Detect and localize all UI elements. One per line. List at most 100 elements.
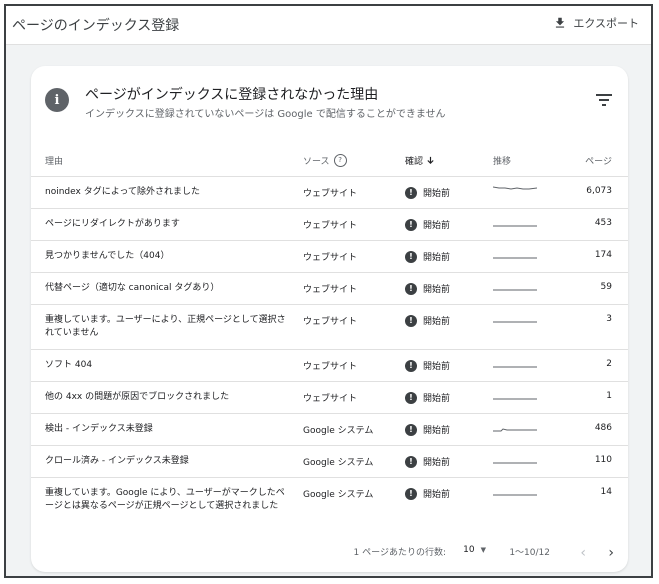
row-pages: 1 <box>606 391 612 401</box>
app-frame: ページのインデックス登録 エクスポート i ページがインデックスに登録されなかっ… <box>4 4 653 578</box>
row-status: ! 開始前 <box>405 391 450 404</box>
table-row[interactable]: 代替ページ（適切な canonical タグあり） ウェブサイト ! 開始前 59 <box>31 272 628 305</box>
page-title: ページのインデックス登録 <box>12 18 180 34</box>
row-source: ウェブサイト <box>303 394 358 404</box>
table-row[interactable]: ソフト 404 ウェブサイト ! 開始前 2 <box>31 349 628 382</box>
exclamation-icon: ! <box>405 487 417 500</box>
header-pages[interactable]: ページ <box>585 154 612 167</box>
info-icon: i <box>45 88 69 112</box>
sparkline <box>493 398 537 400</box>
header-reason[interactable]: 理由 <box>45 154 63 167</box>
table-row[interactable]: 他の 4xx の問題が原因でブロックされました ウェブサイト ! 開始前 1 <box>31 381 628 414</box>
row-status: ! 開始前 <box>405 423 450 436</box>
sparkline <box>493 366 537 368</box>
sparkline <box>493 321 537 323</box>
row-status: ! 開始前 <box>405 186 450 199</box>
help-icon[interactable]: ? <box>333 154 347 167</box>
row-source: ウェブサイト <box>303 221 358 231</box>
row-reason: 他の 4xx の問題が原因でブロックされました <box>45 392 230 402</box>
row-source: ウェブサイト <box>303 253 358 263</box>
exclamation-icon: ! <box>405 423 417 436</box>
row-reason: 重複しています。Google により、ユーザーがマークしたページとは異なるページ… <box>45 488 285 511</box>
row-reason: ソフト 404 <box>45 360 93 370</box>
row-pages: 486 <box>594 423 612 433</box>
table-row[interactable]: クロール済み - インデックス未登録 Google システム ! 開始前 110 <box>31 445 628 478</box>
exclamation-icon: ! <box>405 218 417 231</box>
row-status-label: 開始前 <box>423 426 451 436</box>
table-row[interactable]: 検出 - インデックス未登録 Google システム ! 開始前 486 <box>31 413 628 446</box>
row-status-label: 開始前 <box>423 394 451 404</box>
exclamation-icon: ! <box>405 455 417 468</box>
row-status: ! 開始前 <box>405 314 450 327</box>
row-pages: 6,073 <box>586 186 612 196</box>
row-status: ! 開始前 <box>405 282 450 295</box>
sparkline <box>493 428 537 432</box>
row-status-label: 開始前 <box>423 317 451 327</box>
exclamation-icon: ! <box>405 314 417 327</box>
row-trend-sparkline <box>493 248 537 260</box>
card-title: ページがインデックスに登録されなかった理由 <box>85 87 379 103</box>
card-subtitle: インデックスに登録されていないページは Google で配信することができません <box>85 109 446 120</box>
not-indexed-reasons-card: i ページがインデックスに登録されなかった理由 インデックスに登録されていないペ… <box>31 66 628 572</box>
export-button[interactable]: エクスポート <box>553 15 639 31</box>
filter-icon[interactable] <box>596 93 612 107</box>
export-label: エクスポート <box>573 17 639 30</box>
row-pages: 453 <box>594 218 612 228</box>
sparkline <box>493 186 537 190</box>
chevron-left-icon[interactable]: ‹ <box>580 545 586 561</box>
row-trend-sparkline <box>493 184 537 196</box>
row-trend-sparkline <box>493 216 537 228</box>
row-status-label: 開始前 <box>423 362 451 372</box>
row-reason: 見つかりませんでした（404） <box>45 251 170 261</box>
row-status-label: 開始前 <box>423 490 451 500</box>
rows-per-page-select[interactable]: 10 ▼ <box>463 545 486 555</box>
row-reason: 検出 - インデックス未登録 <box>45 424 153 434</box>
download-icon <box>556 17 565 28</box>
row-reason: ページにリダイレクトがあります <box>45 219 180 229</box>
row-trend-sparkline <box>493 453 537 465</box>
sparkline <box>493 225 537 227</box>
header-source-label: ソース <box>303 157 330 167</box>
table-row[interactable]: 見つかりませんでした（404） ウェブサイト ! 開始前 174 <box>31 240 628 273</box>
row-reason: 重複しています。ユーザーにより、正規ページとして選択されていません <box>45 315 286 338</box>
row-pages: 110 <box>594 455 612 465</box>
sparkline <box>493 462 537 464</box>
row-source: ウェブサイト <box>303 285 358 295</box>
row-status: ! 開始前 <box>405 487 450 500</box>
row-source: ウェブサイト <box>303 317 358 327</box>
row-trend-sparkline <box>493 280 537 292</box>
row-status-label: 開始前 <box>423 285 451 295</box>
exclamation-icon: ! <box>405 186 417 199</box>
table-row[interactable]: noindex タグによって除外されました ウェブサイト ! 開始前 6,073 <box>31 176 628 209</box>
exclamation-icon: ! <box>405 282 417 295</box>
row-pages: 2 <box>606 359 612 369</box>
caret-down-icon: ▼ <box>480 546 486 554</box>
row-pages: 14 <box>600 487 612 497</box>
row-status: ! 開始前 <box>405 359 450 372</box>
row-trend-sparkline <box>493 357 537 369</box>
exclamation-icon: ! <box>405 359 417 372</box>
row-pages: 174 <box>594 250 612 260</box>
page-range: 1〜10/12 <box>509 548 550 558</box>
table-row[interactable]: 重複しています。Google により、ユーザーがマークしたページとは異なるページ… <box>31 477 628 531</box>
row-source: Google システム <box>303 426 374 436</box>
header-status[interactable]: 確認 <box>405 154 435 167</box>
row-status-label: 開始前 <box>423 221 451 231</box>
row-source: Google システム <box>303 490 374 500</box>
row-status: ! 開始前 <box>405 455 450 468</box>
table-row[interactable]: ページにリダイレクトがあります ウェブサイト ! 開始前 453 <box>31 208 628 241</box>
row-trend-sparkline <box>493 389 537 401</box>
table-row[interactable]: 重複しています。ユーザーにより、正規ページとして選択されていません ウェブサイト… <box>31 304 628 350</box>
row-status-label: 開始前 <box>423 253 451 263</box>
chevron-right-icon[interactable]: › <box>608 545 614 561</box>
table-header: 理由 ソース ? 確認 推移 ページ <box>31 146 628 177</box>
row-status: ! 開始前 <box>405 218 450 231</box>
pagination-bar: 1 ページあたりの行数: 10 ▼ 1〜10/12 ‹ › <box>31 532 628 572</box>
sparkline <box>493 257 537 259</box>
rows-per-page-label: 1 ページあたりの行数: <box>353 548 446 558</box>
row-source: Google システム <box>303 458 374 468</box>
row-trend-sparkline <box>493 485 537 497</box>
sparkline <box>493 289 537 291</box>
header-source[interactable]: ソース ? <box>303 154 347 167</box>
row-status-label: 開始前 <box>423 458 451 468</box>
